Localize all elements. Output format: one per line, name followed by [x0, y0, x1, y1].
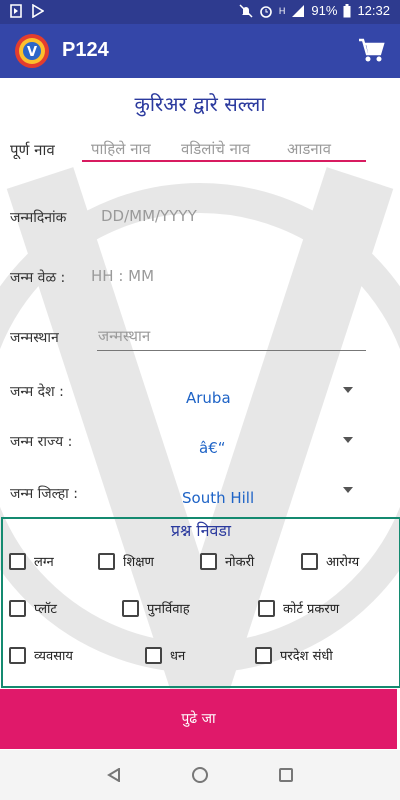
option-plot[interactable]: प्लॉट	[9, 599, 57, 617]
district-label: जन्म जिल्हा :	[10, 486, 78, 502]
mute-icon	[239, 3, 253, 18]
svg-text:V: V	[27, 45, 37, 60]
navigation-bar	[0, 750, 400, 800]
dob-label: जन्मदिनांक	[10, 210, 67, 226]
state-label: जन्म राज्य :	[10, 434, 73, 450]
checkbox[interactable]	[98, 552, 115, 570]
last-name-input[interactable]: आडनाव	[287, 139, 331, 159]
submit-button[interactable]: पुढे जा	[0, 689, 397, 749]
birthplace-label: जन्मस्थान	[10, 330, 59, 346]
signal-icon	[292, 4, 305, 17]
app-logo: V	[15, 34, 49, 68]
country-label: जन्म देश :	[10, 384, 64, 400]
play-store-icon	[10, 4, 22, 18]
dob-input[interactable]: DD/MM/YYYY	[101, 207, 197, 225]
checkbox[interactable]	[9, 599, 26, 617]
checkbox[interactable]	[200, 552, 217, 570]
app-title: P124	[62, 39, 109, 61]
full-name-label: पूर्ण नाव	[10, 141, 55, 159]
option-job[interactable]: नोकरी	[200, 552, 254, 570]
tob-input[interactable]: HH : MM	[91, 267, 154, 285]
recent-apps-icon[interactable]	[279, 768, 293, 782]
option-education[interactable]: शिक्षण	[98, 552, 154, 570]
alarm-icon	[260, 5, 272, 18]
birthplace-input[interactable]: जन्मस्थान	[98, 326, 150, 346]
district-dropdown-icon[interactable]	[343, 487, 353, 493]
first-name-input[interactable]: पाहिले नाव	[91, 139, 151, 159]
battery-percent: 91%	[311, 3, 338, 18]
cart-icon[interactable]	[358, 38, 386, 64]
checkbox[interactable]	[258, 599, 275, 617]
country-dropdown-icon[interactable]	[343, 387, 353, 393]
question-selection: प्रश्न निवडा लग्न शिक्षण नोकरी आरोग्य प्…	[1, 517, 400, 688]
option-foreign-opportunity[interactable]: परदेश संधी	[255, 646, 333, 664]
state-dropdown-icon[interactable]	[343, 437, 353, 443]
checkbox[interactable]	[9, 646, 26, 664]
checkbox[interactable]	[145, 646, 162, 664]
state-select[interactable]: â€“	[199, 439, 226, 457]
app-bar: V P124	[0, 24, 400, 78]
option-health[interactable]: आरोग्य	[301, 552, 359, 570]
name-underline	[82, 160, 366, 162]
option-marriage[interactable]: लग्न	[9, 552, 54, 570]
form-title: कुरिअर द्वारे सल्ला	[134, 92, 266, 116]
battery-icon	[343, 3, 351, 17]
network-type: H	[278, 5, 286, 16]
checkbox[interactable]	[301, 552, 318, 570]
back-icon[interactable]	[107, 768, 121, 782]
play-icon	[32, 4, 44, 18]
home-icon[interactable]	[192, 767, 208, 783]
option-business[interactable]: व्यवसाय	[9, 646, 73, 664]
checkbox[interactable]	[9, 552, 26, 570]
question-title: प्रश्न निवडा	[170, 521, 232, 540]
middle-name-input[interactable]: वडिलांचे नाव	[181, 139, 250, 159]
country-select[interactable]: Aruba	[186, 389, 231, 407]
option-court-case[interactable]: कोर्ट प्रकरण	[258, 599, 339, 617]
birthplace-underline	[97, 350, 366, 351]
district-select[interactable]: South Hill	[182, 489, 254, 507]
tob-label: जन्म वेळ :	[10, 270, 66, 286]
option-remarriage[interactable]: पुनर्विवाह	[122, 599, 190, 617]
status-bar: H 91% 12:32	[0, 0, 400, 24]
checkbox[interactable]	[122, 599, 139, 617]
option-wealth[interactable]: धन	[145, 646, 185, 664]
form-area: कुरिअर द्वारे सल्ला पूर्ण नाव पाहिले नाव…	[0, 78, 400, 750]
checkbox[interactable]	[255, 646, 272, 664]
clock: 12:32	[357, 3, 390, 18]
